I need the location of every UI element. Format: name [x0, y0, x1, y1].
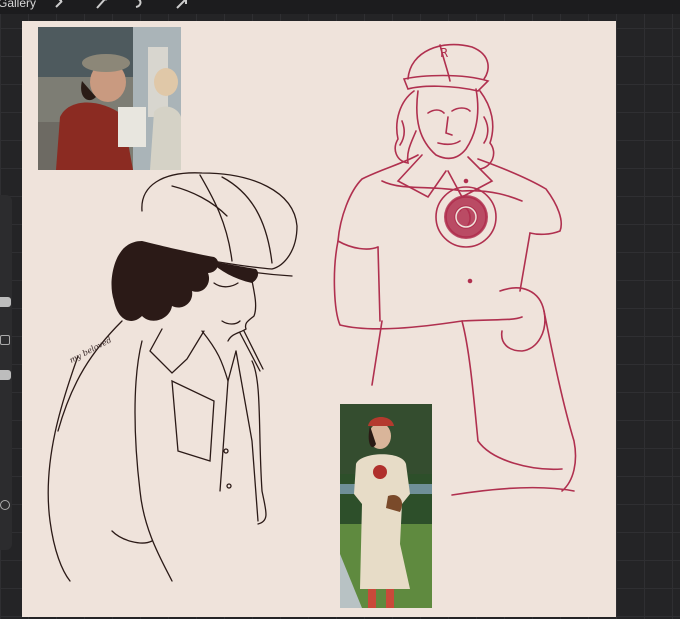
wrench-icon[interactable] [52, 0, 70, 13]
opacity-slider[interactable] [0, 370, 11, 380]
sketch-layer: R [47, 43, 577, 582]
top-toolbar: Gallery [0, 0, 680, 14]
arrow-icon[interactable] [173, 0, 191, 13]
modify-button[interactable] [0, 335, 10, 345]
brush-sidebar [0, 195, 12, 550]
gallery-button[interactable]: Gallery [0, 0, 36, 10]
undo-button[interactable] [0, 500, 10, 510]
selection-icon[interactable] [131, 0, 149, 13]
svg-text:R: R [440, 46, 448, 60]
magic-wand-icon[interactable] [93, 0, 111, 13]
drawing-canvas[interactable]: R my beloved [22, 21, 616, 617]
brush-size-slider[interactable] [0, 297, 11, 307]
